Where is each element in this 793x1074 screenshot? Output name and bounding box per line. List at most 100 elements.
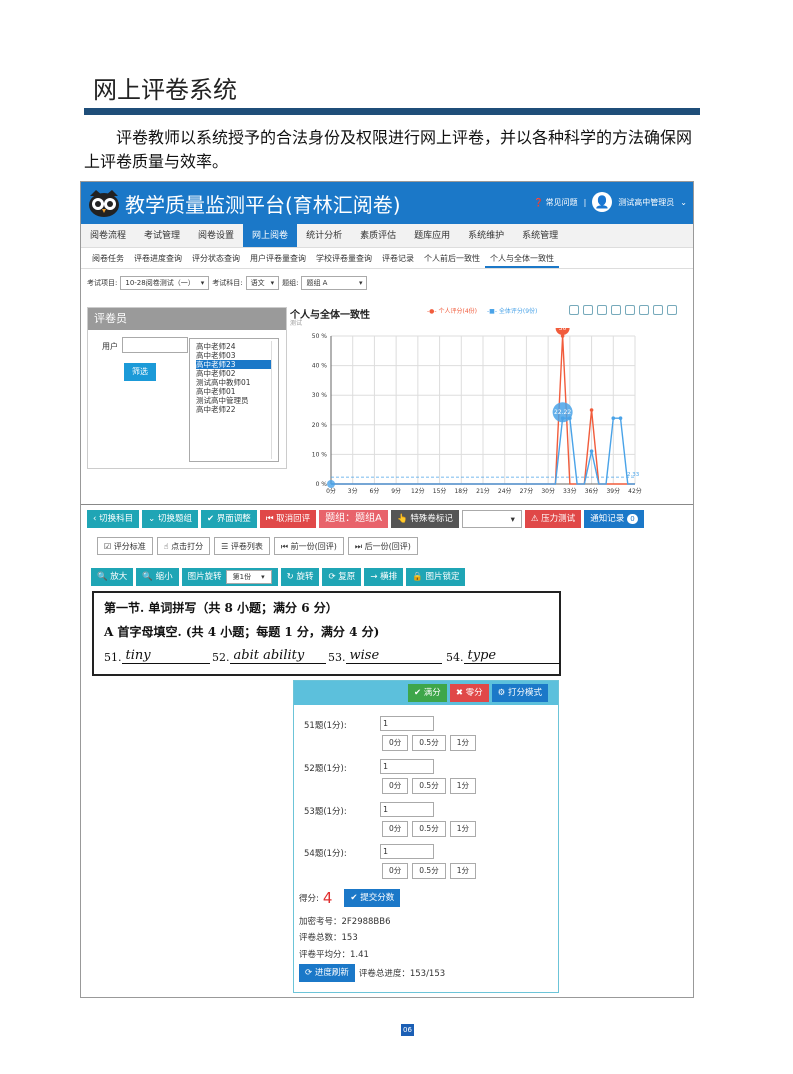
pen-icon[interactable] (569, 305, 579, 315)
chevron-down-icon[interactable]: ⌄ (680, 198, 687, 207)
score-input[interactable]: 1 (380, 759, 434, 774)
list-item[interactable]: 高中老师24 (196, 342, 272, 351)
save-icon[interactable] (667, 305, 677, 315)
prev-button[interactable]: ⏮ 前一份(回评) (273, 537, 344, 555)
cancel-review-button[interactable]: ⏮ 取消回评 (259, 510, 317, 528)
switch-group-button[interactable]: ⌄ 切换题组 (142, 510, 198, 528)
score-shortcuts: ✔ 满分 ✖ 零分 ⚙ 打分模式 (407, 684, 548, 702)
score-option[interactable]: 0.5分 (412, 821, 446, 837)
list-item[interactable]: 高中老师02 (196, 369, 272, 378)
click-score-label: 点击打分 (171, 542, 204, 551)
arrange-label: 横排 (380, 572, 398, 582)
project-select[interactable]: 10-28阅卷测试（一） ▾ (120, 276, 210, 290)
sub-item-personal-consistency[interactable]: 个人前后一致性 (419, 249, 485, 268)
score-input[interactable]: 1 (380, 802, 434, 817)
menu-item-online-marking[interactable]: 网上阅卷 (243, 224, 298, 247)
list-item[interactable]: 测试高中管理员 (196, 396, 272, 405)
arrange-button[interactable]: → 横排 (364, 568, 404, 586)
menu-item-statistics[interactable]: 统计分析 (297, 224, 351, 247)
bar-chart-icon[interactable] (639, 305, 649, 315)
score-mode-button[interactable]: ⚙ 打分模式 (491, 684, 548, 702)
switch-subject-button[interactable]: ‹ 切换科目 (87, 510, 140, 528)
score-option[interactable]: 0分 (382, 778, 409, 794)
sub-item-progress[interactable]: 评卷进度查询 (129, 249, 187, 268)
sub-item-user-volume[interactable]: 用户评卷量查询 (245, 249, 311, 268)
stress-test-button[interactable]: ⚠ 压力测试 (524, 510, 582, 528)
refresh-progress-button[interactable]: ⟳ 进度刷新 (299, 964, 355, 982)
sub-item-school-volume[interactable]: 学校评卷量查询 (311, 249, 377, 268)
layout-button[interactable]: ✔ 界面调整 (200, 510, 257, 528)
score-input[interactable]: 1 (380, 844, 434, 859)
menu-item-workflow[interactable]: 阅卷流程 (81, 224, 135, 247)
zero-score-button[interactable]: ✖ 零分 (449, 684, 489, 702)
marking-list-button[interactable]: ☰ 评卷列表 (214, 537, 270, 555)
avatar[interactable]: 👤 (592, 192, 613, 212)
criteria-button[interactable]: ☑ 评分标准 (97, 537, 153, 555)
switch-group-label: 切换题组 (157, 514, 192, 524)
zero-score-label: 零分 (465, 688, 483, 698)
full-score-button[interactable]: ✔ 满分 (407, 684, 447, 702)
sub-item-status[interactable]: 评分状态查询 (187, 249, 245, 268)
answer-text: abit ability (229, 648, 326, 664)
special-mark-button[interactable]: 👆 特殊卷标记 (391, 510, 459, 528)
score-input[interactable]: 1 (380, 716, 434, 731)
sub-item-tasks[interactable]: 阅卷任务 (87, 249, 129, 268)
rotate-select[interactable]: 第1份 ▾ (225, 570, 272, 584)
x-tick-label: 42分 (628, 487, 642, 495)
reset-button[interactable]: ⟳ 复原 (322, 568, 362, 586)
score-option[interactable]: 0.5分 (412, 863, 446, 879)
list-item[interactable]: 高中老师03 (196, 351, 272, 360)
list-item[interactable]: 高中老师01 (196, 387, 272, 396)
sub-item-overall-consistency[interactable]: 个人与全体一致性 (485, 249, 559, 268)
score-option[interactable]: 0分 (382, 821, 409, 837)
zoom-out-button[interactable]: 🔍 缩小 (136, 568, 179, 586)
menu-item-question-bank[interactable]: 题库应用 (405, 224, 459, 247)
section-divider (81, 504, 693, 505)
caret-down-icon: ▾ (270, 279, 275, 287)
x-tick-label: 3分 (348, 487, 358, 495)
refresh-icon[interactable] (653, 305, 663, 315)
legend-personal[interactable]: -●- 个人评分(4份) (427, 306, 477, 315)
list-item[interactable]: 测试高中教师01 (196, 378, 272, 387)
submit-score-button[interactable]: ✔ 提交分数 (344, 889, 401, 907)
menu-item-exam[interactable]: 考试管理 (135, 224, 189, 247)
zoom-in-button[interactable]: 🔍 放大 (91, 568, 134, 586)
list-item-selected[interactable]: 高中老师23 (196, 360, 272, 369)
next-button[interactable]: ⏭ 后一份(回评) (347, 537, 418, 555)
filter-button[interactable]: 筛选 (124, 363, 156, 381)
line-chart-icon[interactable] (625, 305, 635, 315)
list-item[interactable]: 高中老师22 (196, 405, 272, 414)
lock-button[interactable]: 🔒 图片锁定 (406, 568, 466, 586)
eraser-icon[interactable] (583, 305, 593, 315)
legend-all[interactable]: -■- 全体评分(9份) (487, 306, 537, 315)
score-option[interactable]: 0.5分 (412, 735, 446, 751)
score-option[interactable]: 1分 (449, 821, 476, 837)
notify-button[interactable]: 通知记录 0 (584, 510, 644, 528)
app-header: 教学质量监测平台(育林汇阅卷) ❓ 常见问题 | 👤 测试高中管理员 ⌄ (81, 182, 693, 224)
menu-item-system[interactable]: 系统管理 (513, 224, 567, 247)
score-option[interactable]: 1分 (449, 778, 476, 794)
group-select[interactable]: 题组 A ▾ (301, 276, 368, 290)
sub-item-records[interactable]: 评卷记录 (377, 249, 419, 268)
menu-item-quality[interactable]: 素质评估 (351, 224, 405, 247)
user-input[interactable] (122, 337, 188, 353)
help-link[interactable]: ❓ 常见问题 (534, 197, 578, 208)
score-option[interactable]: 0.5分 (412, 778, 446, 794)
score-option[interactable]: 1分 (449, 735, 476, 751)
score-option[interactable]: 1分 (449, 863, 476, 879)
click-score-button[interactable]: ☝ 点击打分 (156, 537, 211, 555)
listbox-scrollbar[interactable] (271, 341, 277, 459)
menu-item-maintenance[interactable]: 系统维护 (459, 224, 513, 247)
caret-down-icon: ▾ (200, 279, 205, 287)
user-listbox[interactable]: 高中老师24 高中老师03 高中老师23 高中老师02 测试高中教师01 高中老… (189, 338, 279, 462)
zoom-reset-icon[interactable] (597, 305, 607, 315)
score-option[interactable]: 0分 (382, 863, 409, 879)
data-view-icon[interactable] (611, 305, 621, 315)
subject-select[interactable]: 语文 ▾ (245, 276, 280, 290)
reset-label: 复原 (338, 572, 356, 582)
special-mark-select[interactable]: ▾ (461, 510, 522, 528)
menu-item-settings[interactable]: 阅卷设置 (189, 224, 243, 247)
rotate-button[interactable]: ↻ 旋转 (280, 568, 320, 586)
score-option[interactable]: 0分 (382, 735, 409, 751)
user-name[interactable]: 测试高中管理员 (618, 197, 674, 208)
